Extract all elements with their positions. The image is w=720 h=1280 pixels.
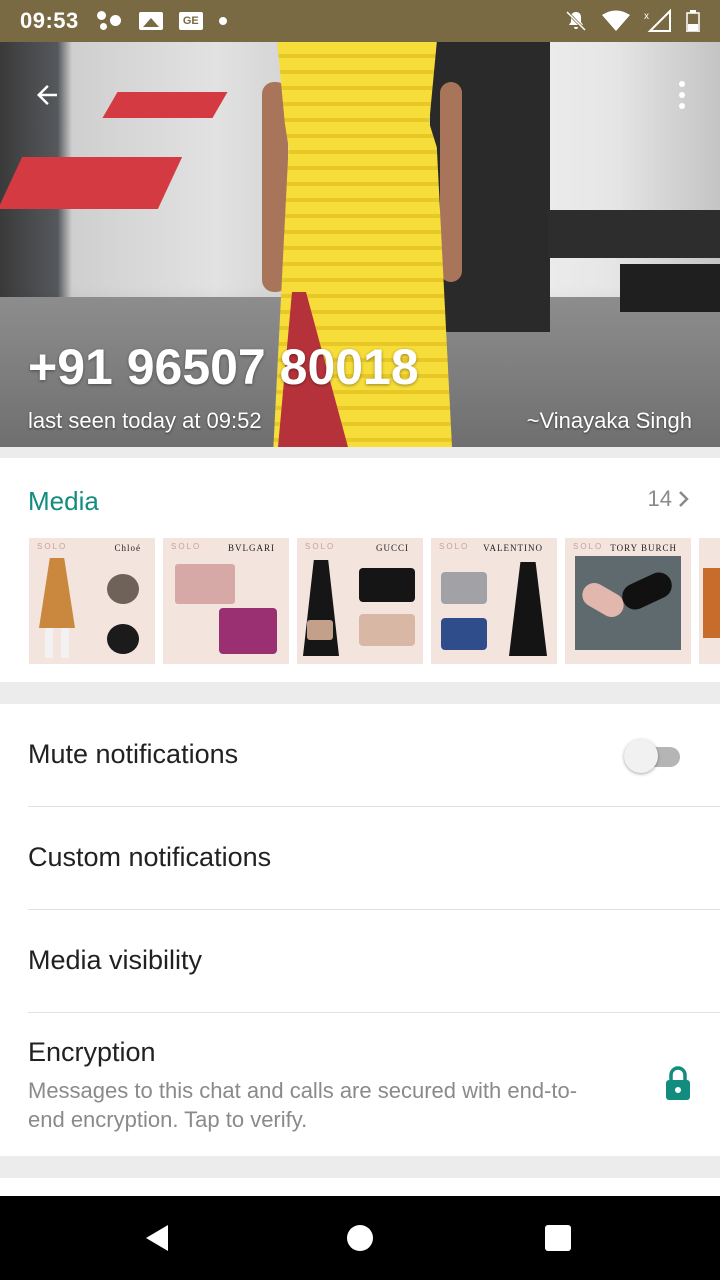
back-button[interactable]: [22, 70, 72, 120]
more-vert-icon: [679, 81, 685, 87]
svg-text:x: x: [644, 11, 649, 22]
media-visibility-row[interactable]: Media visibility: [0, 910, 720, 1013]
mute-notifications-label: Mute notifications: [28, 739, 239, 769]
media-thumbnail[interactable]: SOLO VALENTINO: [431, 538, 557, 664]
nav-home-icon: [347, 1225, 373, 1251]
nav-recents-button[interactable]: [538, 1218, 578, 1258]
media-visibility-label: Media visibility: [28, 945, 203, 975]
media-count-link[interactable]: 14: [648, 486, 692, 512]
encryption-description: Messages to this chat and calls are secu…: [28, 1078, 578, 1132]
chevron-right-icon: [679, 491, 689, 507]
arrow-back-icon: [37, 85, 57, 105]
next-section-edge: [0, 1178, 720, 1196]
media-title[interactable]: Media: [28, 486, 99, 517]
assistant-dots-icon: [96, 9, 123, 33]
more-options-button[interactable]: [662, 70, 702, 120]
contact-number: +91 96507 80018: [28, 339, 419, 395]
nav-home-button[interactable]: [340, 1218, 380, 1258]
nav-recents-icon: [545, 1225, 571, 1251]
nav-back-button[interactable]: [138, 1218, 178, 1258]
media-thumbnail[interactable]: SOLO TORY BURCH: [565, 538, 691, 664]
notification-icons: GE: [96, 9, 227, 33]
custom-notifications-row[interactable]: Custom notifications: [0, 807, 720, 910]
push-name: ~Vinayaka Singh: [526, 408, 692, 433]
mute-notifications-toggle[interactable]: [624, 737, 680, 773]
signal-icon: x: [644, 9, 671, 32]
status-time: 09:53: [20, 8, 79, 33]
media-section: Media 14 SOLO Chloé SOLO BVLGARI SOLO GU…: [0, 458, 720, 682]
photo-notification-icon: [138, 12, 163, 30]
encryption-label: Encryption: [28, 1037, 156, 1067]
navigation-bar: [0, 1196, 720, 1280]
chat-settings: Mute notifications Custom notifications …: [0, 704, 720, 1156]
battery-icon: [686, 10, 700, 32]
media-thumbnail[interactable]: SOLO GUCCI: [297, 538, 423, 664]
wifi-icon: [602, 10, 630, 31]
media-thumbnail[interactable]: [699, 538, 720, 664]
media-thumbnail[interactable]: SOLO BVLGARI: [163, 538, 289, 664]
mute-notifications-row[interactable]: Mute notifications: [0, 704, 720, 807]
mute-bell-icon: [565, 10, 587, 32]
gmail-notification-icon: GE: [178, 12, 203, 30]
lock-icon: [666, 1066, 690, 1100]
media-thumbnails: SOLO Chloé SOLO BVLGARI SOLO GUCCI SOLO: [29, 538, 720, 664]
custom-notifications-label: Custom notifications: [28, 842, 272, 872]
last-seen-status: last seen today at 09:52: [28, 408, 262, 433]
nav-back-icon: [146, 1225, 168, 1251]
dot-icon: [218, 17, 227, 25]
media-thumbnail[interactable]: SOLO Chloé: [29, 538, 155, 664]
media-count: 14: [647, 486, 672, 511]
status-bar: 09:53 GE x: [0, 0, 720, 42]
profile-header: +91 96507 80018 last seen today at 09:52…: [0, 42, 720, 447]
system-icons: x: [564, 9, 700, 33]
